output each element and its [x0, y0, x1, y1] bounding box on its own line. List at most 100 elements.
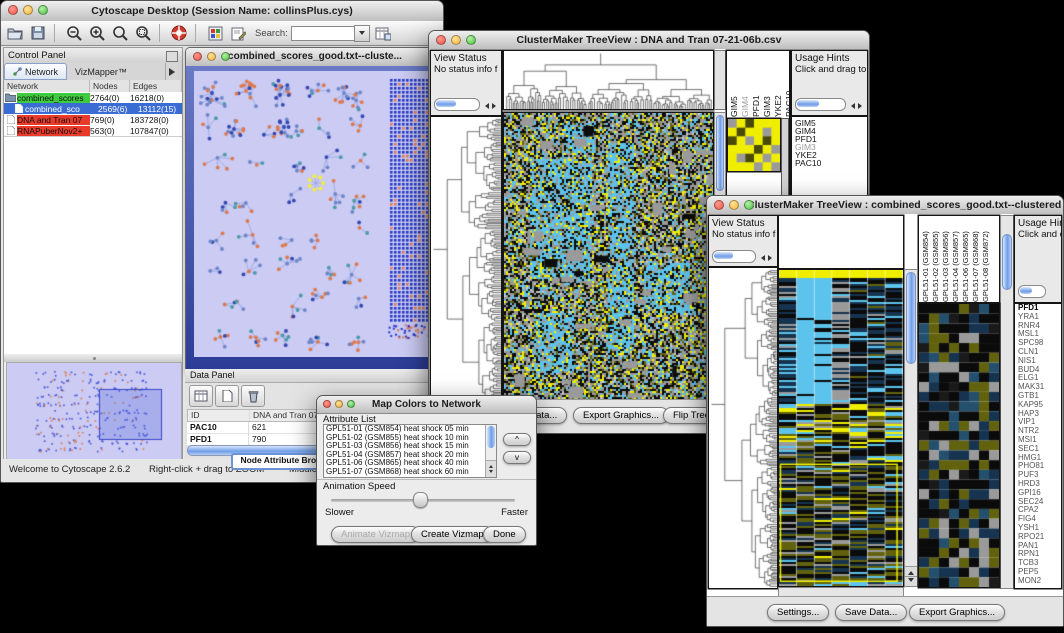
- zoom-fit-button[interactable]: [110, 23, 130, 43]
- minimize-button[interactable]: [23, 5, 33, 15]
- gene-label[interactable]: MON2: [1018, 577, 1061, 586]
- correlation-mini-heatmap[interactable]: [728, 119, 780, 171]
- delete-attribute-button[interactable]: [241, 385, 265, 407]
- network-overview-navigator[interactable]: [6, 362, 182, 460]
- column-label[interactable]: YKE2: [773, 53, 783, 117]
- column-label[interactable]: GPL51-08 (GSM872): [981, 218, 990, 302]
- maximize-button[interactable]: [347, 400, 355, 408]
- tab-overflow-button[interactable]: [165, 63, 182, 80]
- select-attributes-button[interactable]: [189, 385, 213, 407]
- gene-dendrogram[interactable]: [709, 268, 777, 588]
- scrollbar-thumb[interactable]: [1002, 234, 1012, 290]
- network-row-combined-scores[interactable]: combined_scores 2764(0) 16218(0): [4, 92, 182, 103]
- list-vertical-scrollbar[interactable]: [485, 425, 496, 477]
- zoom-selected-button[interactable]: [133, 23, 153, 43]
- horizontal-scrollbar[interactable]: [795, 98, 846, 111]
- float-panel-icon[interactable]: [166, 51, 178, 62]
- network-row-rnapubernov2[interactable]: RNAPuberNov2+ 563(0) 107847(0): [4, 125, 182, 136]
- scrollbar-arrows[interactable]: [848, 103, 865, 109]
- close-button[interactable]: [193, 52, 202, 61]
- maximize-button[interactable]: [466, 35, 476, 45]
- column-label[interactable]: GIM5: [729, 53, 739, 117]
- heatmap-horizontal-scrollbar[interactable]: [779, 588, 903, 596]
- save-data-button[interactable]: Save Data...: [835, 604, 907, 621]
- settings-button[interactable]: Settings...: [767, 604, 829, 621]
- export-graphics-button[interactable]: Export Graphics...: [573, 407, 669, 424]
- column-label[interactable]: GIM3: [762, 53, 772, 117]
- tab-network[interactable]: Network: [4, 63, 67, 80]
- close-button[interactable]: [8, 5, 18, 15]
- horizontal-scrollbar[interactable]: [434, 98, 480, 111]
- heatmap-canvas[interactable]: [504, 113, 713, 399]
- tab-vizmapper[interactable]: VizMapper™: [67, 63, 135, 80]
- export-graphics-button[interactable]: Export Graphics...: [909, 604, 1005, 621]
- column-network[interactable]: Network: [4, 80, 90, 92]
- heatmap-vertical-scrollbar[interactable]: [905, 270, 917, 586]
- move-down-button[interactable]: v: [503, 451, 531, 464]
- scrollbar-thumb[interactable]: [716, 115, 724, 191]
- minimize-button[interactable]: [451, 35, 461, 45]
- done-button[interactable]: Done: [483, 526, 526, 543]
- scrollbar-arrows[interactable]: [482, 103, 499, 109]
- column-label[interactable]: GPL51-01 (GSM854): [921, 218, 930, 302]
- speed-slider-thumb[interactable]: [413, 492, 428, 508]
- minimize-button[interactable]: [335, 400, 343, 408]
- search-input[interactable]: [291, 26, 354, 41]
- minimize-button[interactable]: [207, 52, 216, 61]
- main-window-titlebar[interactable]: Cytoscape Desktop (Session Name: collins…: [1, 1, 443, 22]
- column-edges[interactable]: Edges: [130, 80, 182, 92]
- scroll-up-button[interactable]: [905, 566, 917, 576]
- gene-dendrogram[interactable]: [431, 117, 501, 399]
- row-label[interactable]: PAC10: [795, 159, 867, 167]
- column-label[interactable]: GPL51-07 (GSM868): [971, 218, 980, 302]
- column-label[interactable]: PFD1: [751, 53, 761, 117]
- gene-list-scrollbar[interactable]: [1001, 216, 1013, 588]
- dialog-titlebar[interactable]: Map Colors to Network: [317, 396, 536, 414]
- horizontal-scrollbar[interactable]: [1018, 285, 1046, 298]
- column-label[interactable]: GPL51-02 (GSM855): [931, 218, 940, 302]
- open-file-button[interactable]: [5, 23, 25, 43]
- column-label[interactable]: GPL51-06 (GSM865): [961, 218, 970, 302]
- panel-divider-handle[interactable]: [4, 354, 182, 362]
- maximize-button[interactable]: [38, 5, 48, 15]
- zoom-out-button[interactable]: [64, 23, 84, 43]
- scrollbar-arrows[interactable]: [758, 255, 775, 261]
- animate-vizmap-button[interactable]: Animate Vizmap: [331, 526, 420, 543]
- zoomed-selection-heatmap[interactable]: [919, 304, 999, 587]
- help-lifesaver-icon[interactable]: [169, 23, 189, 43]
- close-button[interactable]: [714, 200, 724, 210]
- scroll-down-button[interactable]: [905, 576, 917, 586]
- minimize-button[interactable]: [729, 200, 739, 210]
- scrollbar-thumb[interactable]: [906, 272, 916, 364]
- maximize-button[interactable]: [221, 52, 230, 61]
- column-label[interactable]: GPL51-04 (GSM857): [951, 218, 960, 302]
- treeview-combined-titlebar[interactable]: ClusterMaker TreeView : combined_scores_…: [707, 196, 1063, 215]
- create-vizmap-button[interactable]: Create Vizmap: [411, 526, 494, 543]
- network-window-titlebar[interactable]: combined_scores_good.txt--cluste...: [186, 48, 444, 67]
- maximize-button[interactable]: [744, 200, 754, 210]
- search-dropdown-button[interactable]: [354, 25, 370, 42]
- network-row-combined-sco-selected[interactable]: combined_sco 2569(6) 13112(15): [4, 103, 182, 114]
- network-graph-canvas[interactable]: [194, 71, 436, 357]
- save-button[interactable]: [28, 23, 48, 43]
- column-dendrogram[interactable]: [504, 51, 713, 109]
- heatmap-canvas[interactable]: [779, 270, 903, 586]
- new-attribute-button[interactable]: [215, 385, 239, 407]
- scrollbar-arrows[interactable]: [486, 460, 496, 477]
- column-id[interactable]: ID: [188, 410, 250, 421]
- column-label[interactable]: GPL51-03 (GSM856): [941, 218, 950, 302]
- import-table-button[interactable]: [373, 23, 393, 43]
- scrollbar-thumb[interactable]: [487, 426, 495, 448]
- column-nodes[interactable]: Nodes: [90, 80, 130, 92]
- close-button[interactable]: [323, 400, 331, 408]
- vizmap-button[interactable]: [205, 23, 225, 43]
- close-button[interactable]: [436, 35, 446, 45]
- network-row-dna-and-tran[interactable]: DNA and Tran 07 769(0) 183728(0): [4, 114, 182, 125]
- annotation-button[interactable]: [228, 23, 248, 43]
- treeview-dna-titlebar[interactable]: ClusterMaker TreeView : DNA and Tran 07-…: [429, 31, 869, 50]
- move-up-button[interactable]: ^: [503, 433, 531, 446]
- horizontal-scrollbar[interactable]: [712, 250, 756, 263]
- column-label[interactable]: GIM4: [740, 53, 750, 117]
- attribute-list-item[interactable]: GPL51-07 (GSM868) heat shock 60 min: [324, 468, 485, 477]
- zoom-in-button[interactable]: [87, 23, 107, 43]
